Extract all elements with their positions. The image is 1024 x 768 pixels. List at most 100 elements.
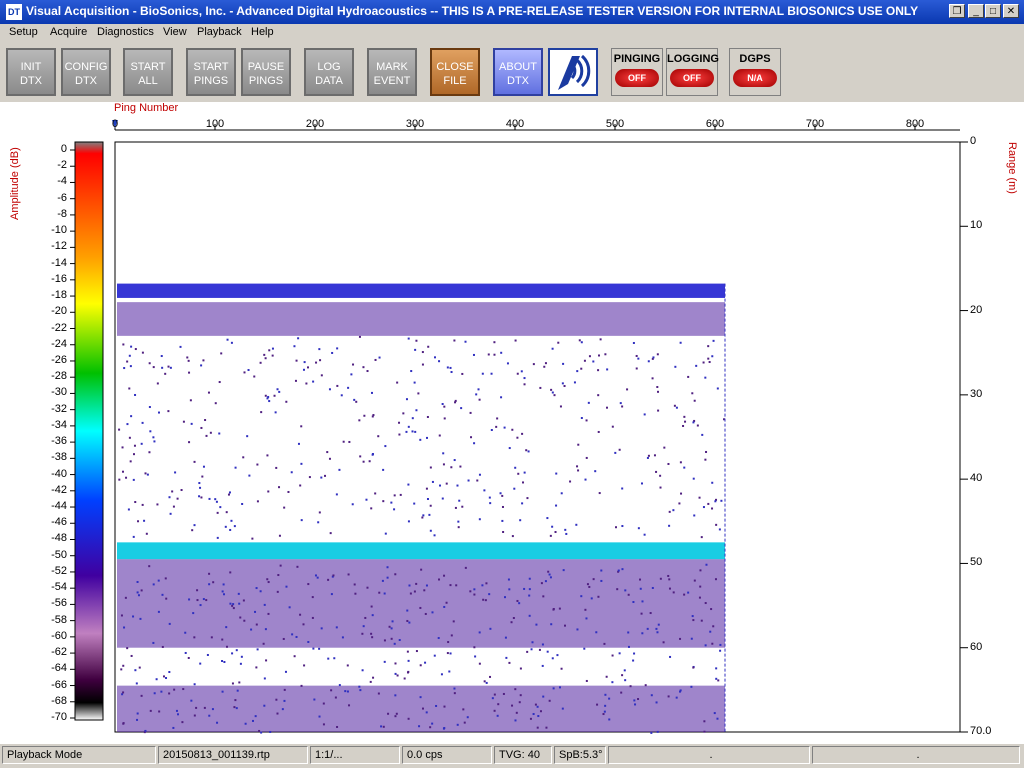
echo-speckle [205, 434, 208, 437]
echo-speckle [143, 519, 146, 522]
echo-speckle [481, 584, 484, 587]
echo-speckle [493, 353, 496, 356]
echo-speckle [229, 571, 232, 574]
menu-playback[interactable]: Playback [197, 26, 242, 38]
echo-speckle [626, 388, 629, 391]
echo-speckle [130, 654, 133, 657]
echo-speckle [353, 398, 356, 401]
echo-speckle [271, 347, 274, 350]
menu-setup[interactable]: Setup [9, 26, 38, 38]
echo-speckle [377, 435, 380, 438]
pause-pings-button[interactable]: PAUSE PINGS [241, 48, 291, 96]
echo-speckle [318, 715, 321, 718]
echo-speckle [659, 577, 662, 580]
start-all-button[interactable]: START ALL [123, 48, 173, 96]
echo-speckle [285, 400, 288, 403]
echo-speckle [423, 589, 426, 592]
mark-event-button[interactable]: MARK EVENT [367, 48, 417, 96]
echo-speckle [564, 624, 567, 627]
echo-speckle [703, 720, 706, 723]
echo-speckle [519, 667, 522, 670]
biosonics-logo-button[interactable] [548, 48, 598, 96]
echo-speckle [478, 398, 481, 401]
echo-speckle [359, 455, 362, 458]
amplitude-tick-label: -62 [51, 646, 67, 659]
echo-speckle [473, 646, 476, 649]
echo-speckle [338, 684, 341, 687]
echo-speckle [263, 603, 266, 606]
echo-speckle [597, 595, 600, 598]
menu-view[interactable]: View [163, 26, 187, 38]
echo-speckle [250, 628, 253, 631]
echo-speckle [519, 694, 522, 697]
echo-speckle [536, 726, 539, 729]
echogram-chart[interactable] [0, 102, 1024, 744]
echo-speckle [223, 661, 226, 664]
start-pings-button[interactable]: START PINGS [186, 48, 236, 96]
echo-speckle [594, 470, 597, 473]
echo-speckle [282, 637, 285, 640]
pinging-lamp: OFF [615, 69, 659, 87]
echo-speckle [425, 584, 428, 587]
echo-speckle [583, 647, 586, 650]
echo-speckle [346, 664, 349, 667]
close-button[interactable]: ✕ [1003, 4, 1019, 18]
echo-speckle [362, 366, 365, 369]
echo-speckle [293, 345, 296, 348]
echo-speckle [413, 502, 416, 505]
echo-speckle [156, 503, 159, 506]
echo-speckle [496, 417, 499, 420]
menu-diagnostics[interactable]: Diagnostics [97, 26, 154, 38]
amplitude-tick-label: -36 [51, 435, 67, 448]
echo-speckle [406, 619, 409, 622]
echo-speckle [474, 655, 477, 658]
echo-speckle [358, 419, 361, 422]
echo-speckle [433, 534, 436, 537]
about-dtx-button[interactable]: ABOUT DTX [493, 48, 543, 96]
echo-speckle [672, 591, 675, 594]
echo-speckle [502, 530, 505, 533]
amplitude-tick-label: -22 [51, 321, 67, 334]
echo-speckle [210, 636, 213, 639]
init-dtx-button[interactable]: INIT DTX [6, 48, 56, 96]
echo-speckle [187, 359, 190, 362]
echo-speckle [371, 415, 374, 418]
echo-speckle [374, 492, 377, 495]
echo-speckle [256, 500, 259, 503]
maximize-button[interactable]: □ [985, 4, 1001, 18]
echo-speckle [138, 666, 141, 669]
echo-speckle [165, 677, 168, 680]
echo-speckle [514, 688, 517, 691]
status-tvg: TVG: 40 [494, 746, 552, 764]
menu-acquire[interactable]: Acquire [50, 26, 87, 38]
restore-small-icon[interactable]: ❐ [949, 4, 965, 18]
close-file-button[interactable]: CLOSE FILE [430, 48, 480, 96]
echo-speckle [381, 579, 384, 582]
echo-speckle [307, 366, 310, 369]
amplitude-tick-label: -28 [51, 370, 67, 383]
echo-speckle [172, 726, 175, 729]
echo-speckle [374, 358, 377, 361]
log-data-button[interactable]: LOG DATA [304, 48, 354, 96]
echo-speckle [158, 710, 161, 713]
config-dtx-button[interactable]: CONFIG DTX [61, 48, 111, 96]
minimize-button[interactable]: _ [968, 4, 984, 18]
amplitude-tick-label: -64 [51, 662, 67, 675]
echo-speckle [604, 353, 607, 356]
status-file: 20150813_001139.rtp [158, 746, 308, 764]
amplitude-tick-label: -66 [51, 678, 67, 691]
echo-speckle [182, 688, 185, 691]
menu-help[interactable]: Help [251, 26, 274, 38]
echo-speckle [415, 650, 418, 653]
echo-speckle [243, 619, 246, 622]
echo-speckle [125, 476, 128, 479]
echo-speckle [663, 446, 666, 449]
echo-speckle [709, 630, 712, 633]
echo-speckle [393, 508, 396, 511]
echo-speckle [256, 463, 259, 466]
echo-speckle [530, 648, 533, 651]
echo-speckle [229, 528, 232, 531]
echo-speckle [370, 605, 373, 608]
echo-speckle [124, 596, 127, 599]
echo-speckle [418, 725, 421, 728]
